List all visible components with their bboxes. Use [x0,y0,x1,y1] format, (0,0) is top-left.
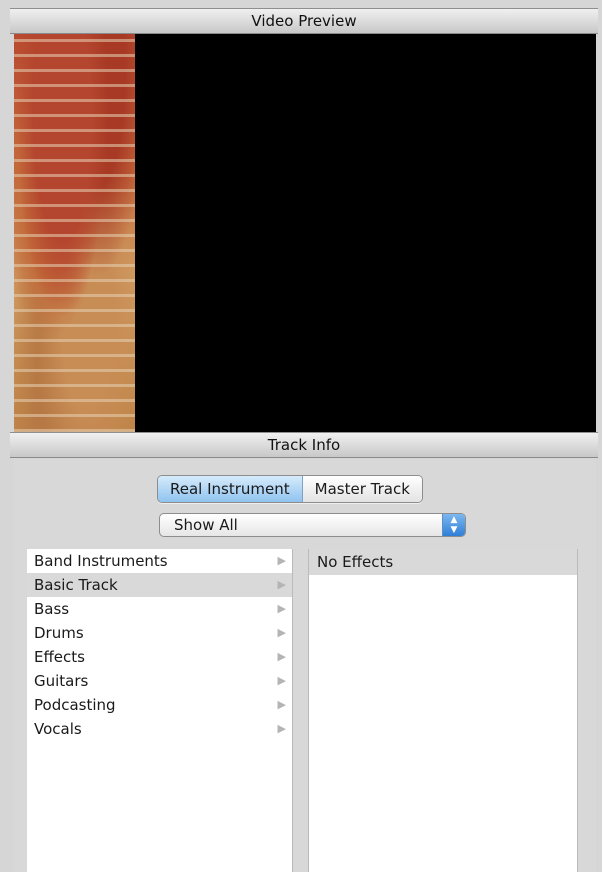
preset-item-no-effects[interactable]: No Effects [309,549,577,575]
video-preview-title: Video Preview [251,12,357,30]
list-item[interactable]: Guitars ▶ [27,669,292,693]
list-item-label: Effects [34,648,85,666]
list-item-label: Vocals [34,720,82,738]
triangle-right-icon: ▶ [277,602,286,615]
triangle-right-icon: ▶ [277,554,286,567]
list-item-label: Bass [34,600,70,618]
triangle-right-icon: ▶ [277,698,286,711]
triangle-right-icon: ▶ [277,650,286,663]
list-item[interactable]: Basic Track ▶ [27,573,292,597]
video-preview-header: Video Preview [10,8,598,34]
triangle-right-icon: ▶ [277,674,286,687]
list-item[interactable]: Podcasting ▶ [27,693,292,717]
list-item[interactable]: Vocals ▶ [27,717,292,741]
list-item-label: Drums [34,624,84,642]
list-item-label: Basic Track [34,576,118,594]
list-item-label: No Effects [317,553,394,571]
triangle-right-icon: ▶ [277,626,286,639]
track-info-header: Track Info [10,432,598,458]
list-item-label: Guitars [34,672,89,690]
preset-list: No Effects [308,549,578,872]
track-info-title: Track Info [267,436,341,454]
list-item[interactable]: Band Instruments ▶ [27,549,292,573]
list-item[interactable]: Drums ▶ [27,621,292,645]
video-thumbnail [14,34,135,432]
list-item-label: Band Instruments [34,552,168,570]
real-instrument-tab[interactable]: Real Instrument [158,476,303,502]
up-down-arrows-icon: ▲ ▼ [442,514,465,536]
filter-popup[interactable]: Show All ▲ ▼ [159,513,466,537]
filter-popup-value: Show All [174,516,238,534]
triangle-right-icon: ▶ [277,578,286,591]
category-list: Band Instruments ▶ Basic Track ▶ Bass ▶ Dru… [27,549,293,872]
triangle-right-icon: ▶ [277,722,286,735]
video-preview-area [14,34,596,432]
list-item[interactable]: Effects ▶ [27,645,292,669]
track-type-segmented-control: Real Instrument Master Track [157,475,423,503]
list-item[interactable]: Bass ▶ [27,597,292,621]
list-item-label: Podcasting [34,696,116,714]
master-track-tab[interactable]: Master Track [302,476,422,502]
